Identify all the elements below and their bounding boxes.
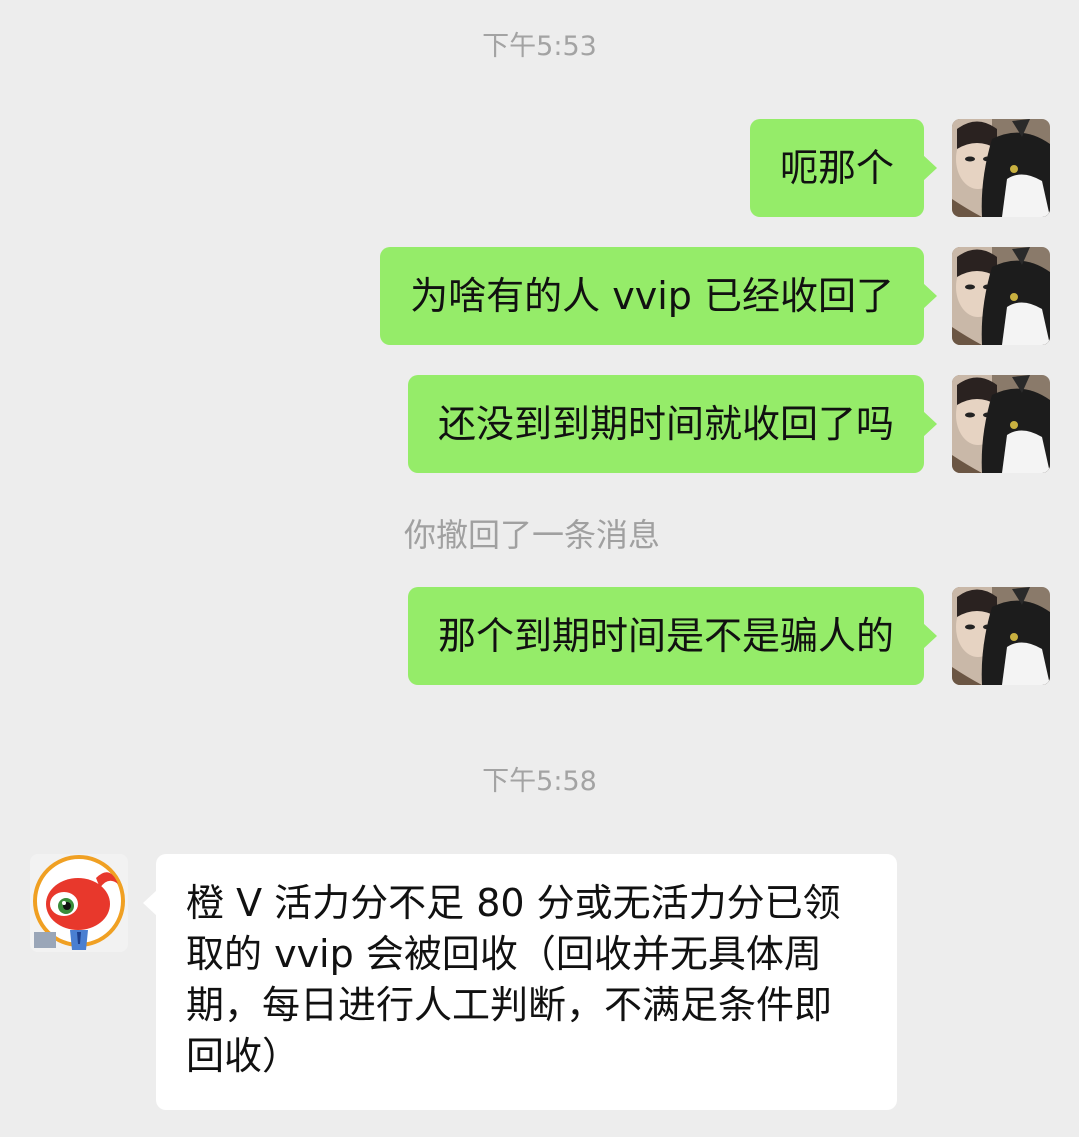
user-avatar[interactable] [952, 119, 1050, 217]
my-message-bubble[interactable]: 呃那个 [749, 119, 938, 217]
cat-photo-icon [952, 247, 1050, 345]
timestamp: 下午5:53 [482, 31, 597, 62]
weibo-mascot-icon [30, 854, 128, 952]
cat-photo-icon [952, 119, 1050, 217]
timestamp: 下午5:58 [482, 766, 597, 797]
other-message-bubble[interactable]: 橙 V 活力分不足 80 分或无活力分已领取的 vvip 会被回收（回收并无具体… [143, 854, 897, 1110]
my-message-bubble[interactable]: 为啥有的人 vvip 已经收回了 [380, 247, 937, 345]
cat-photo-icon [952, 375, 1050, 473]
user-avatar[interactable] [952, 375, 1050, 473]
contact-avatar[interactable] [30, 854, 128, 952]
my-message-bubble[interactable]: 那个到期时间是不是骗人的 [407, 587, 938, 685]
user-avatar[interactable] [952, 587, 1050, 685]
recall-notice: 你撤回了一条消息 [404, 516, 661, 554]
cat-photo-icon [952, 587, 1050, 685]
user-avatar[interactable] [952, 247, 1050, 345]
my-message-bubble[interactable]: 还没到到期时间就收回了吗 [407, 375, 938, 473]
